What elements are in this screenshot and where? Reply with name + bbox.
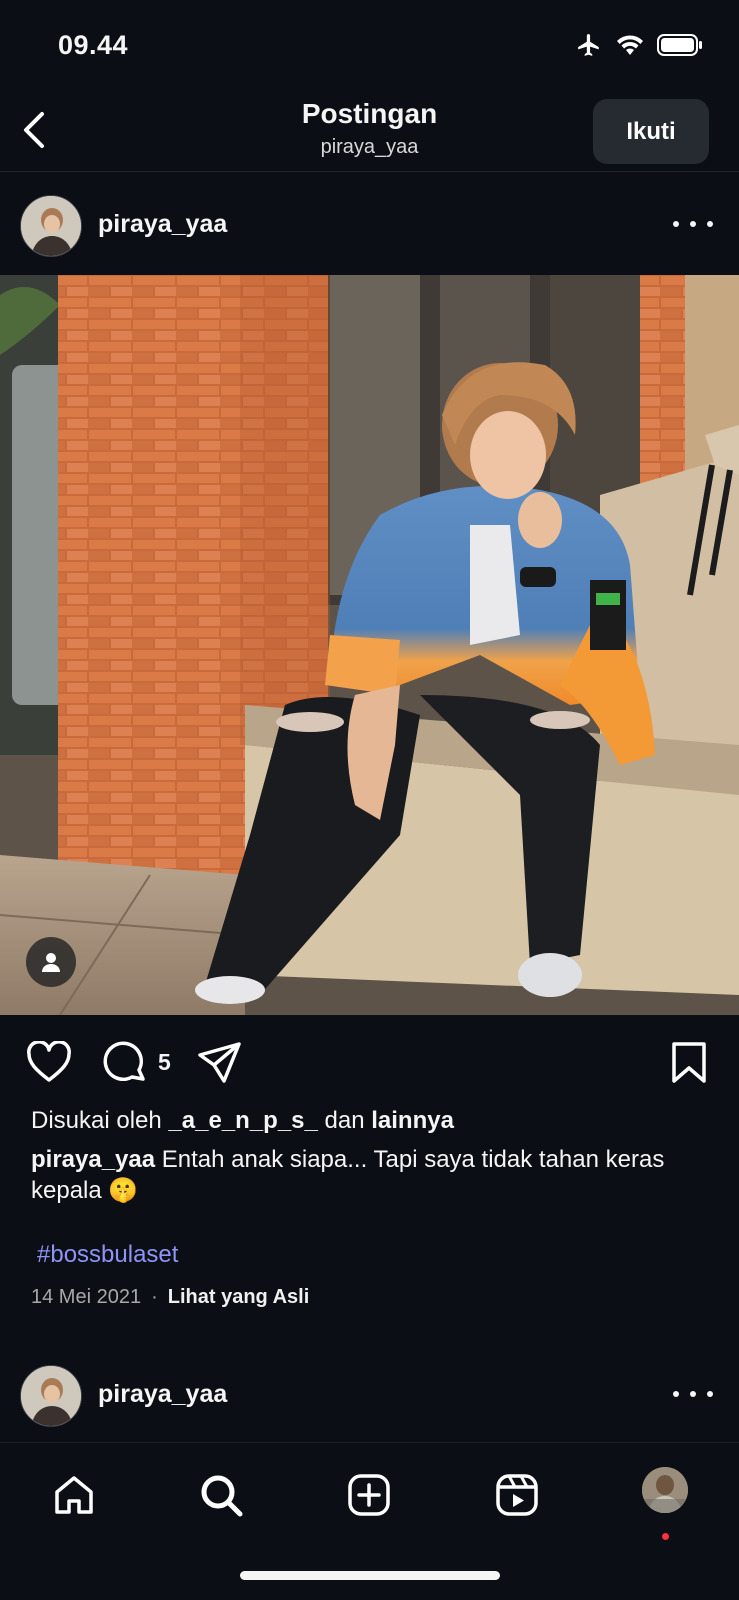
follow-button[interactable]: Ikuti: [593, 99, 709, 164]
status-time: 09.44: [58, 30, 129, 60]
avatar[interactable]: [20, 1365, 82, 1427]
tab-profile[interactable]: [642, 1467, 688, 1513]
hashtag-link[interactable]: #bossbulaset: [37, 1241, 178, 1269]
likes-others-link[interactable]: lainnya: [371, 1107, 454, 1134]
more-options-button[interactable]: [673, 213, 713, 235]
avatar-image: [21, 196, 81, 256]
comment-count: 5: [158, 1049, 171, 1075]
likes-line: Disukai oleh _a_e_n_p_s_ dan lainnya: [31, 1105, 711, 1136]
status-icons: [575, 32, 703, 58]
tab-create[interactable]: [343, 1469, 395, 1521]
tagged-people-button[interactable]: [26, 937, 76, 987]
airplane-icon: [578, 34, 599, 56]
status-bar: 09.44: [0, 0, 739, 92]
tab-home[interactable]: [48, 1469, 100, 1521]
post-image[interactable]: [0, 275, 739, 1015]
home-icon: [55, 1476, 93, 1514]
post-meta: 14 Mei 2021 · Lihat yang Asli: [31, 1286, 309, 1309]
like-button[interactable]: [26, 1040, 72, 1088]
post-caption: piraya_yaa Entah anak siapa... Tapi saya…: [31, 1144, 711, 1206]
post-username[interactable]: piraya_yaa: [98, 1380, 227, 1409]
tab-reels[interactable]: [491, 1469, 543, 1521]
create-icon: [348, 1474, 390, 1516]
nav-bar: Postingan piraya_yaa Ikuti: [0, 92, 739, 172]
avatar[interactable]: [20, 195, 82, 257]
profile-icon: [642, 1467, 688, 1513]
comment-button[interactable]: [103, 1041, 147, 1090]
caption-username[interactable]: piraya_yaa: [31, 1146, 155, 1173]
notification-dot: [662, 1533, 669, 1540]
wifi-icon: [617, 35, 643, 55]
next-post-header: piraya_yaa: [0, 1345, 739, 1443]
share-icon: [198, 1042, 241, 1083]
save-button[interactable]: [671, 1041, 707, 1090]
comment-icon: [103, 1041, 145, 1081]
likes-middle: dan: [324, 1107, 365, 1134]
bookmark-icon: [672, 1042, 706, 1083]
more-options-button[interactable]: [673, 1383, 713, 1405]
see-original-link[interactable]: Lihat yang Asli: [168, 1286, 310, 1309]
post-photo: [0, 275, 739, 1015]
heart-icon: [27, 1040, 71, 1082]
share-button[interactable]: [197, 1041, 243, 1090]
likes-prefix: Disukai oleh: [31, 1107, 162, 1134]
search-icon: [201, 1475, 243, 1517]
post-date: 14 Mei 2021: [31, 1286, 142, 1308]
battery-icon: [657, 34, 702, 56]
post-header: piraya_yaa: [0, 175, 739, 273]
post-actions: 5: [0, 1015, 739, 1111]
home-indicator: [240, 1571, 500, 1580]
post-username[interactable]: piraya_yaa: [98, 210, 227, 239]
tab-search[interactable]: [195, 1469, 247, 1521]
liked-by-user[interactable]: _a_e_n_p_s_: [168, 1107, 317, 1134]
person-icon: [42, 953, 60, 972]
avatar-image: [21, 1366, 81, 1426]
reels-icon: [496, 1474, 538, 1516]
meta-separator: ·: [151, 1286, 158, 1308]
